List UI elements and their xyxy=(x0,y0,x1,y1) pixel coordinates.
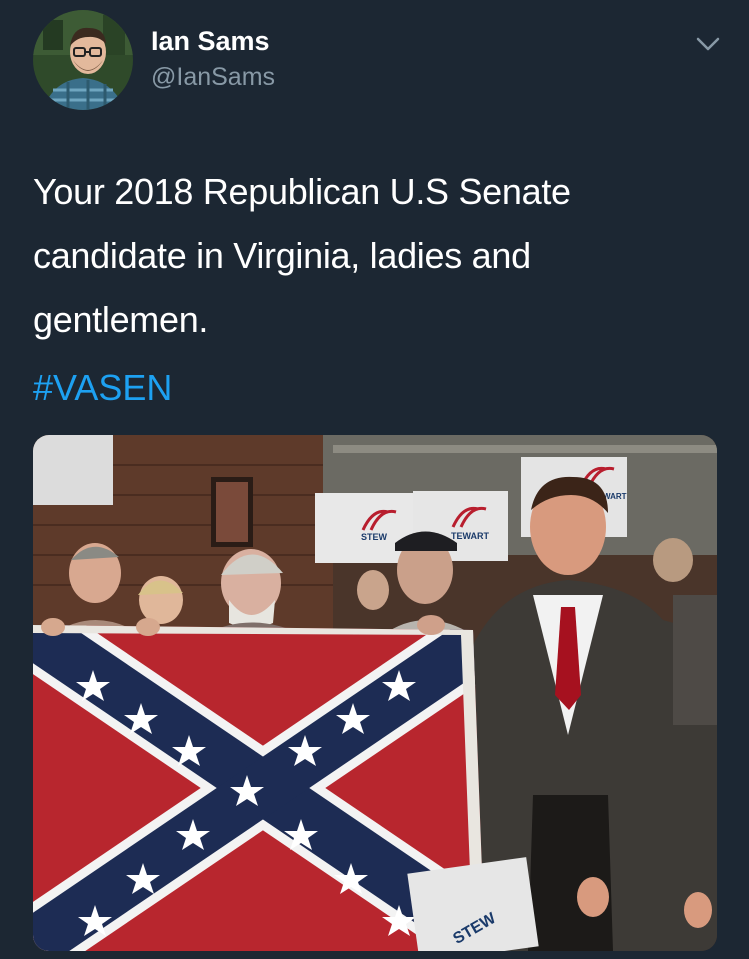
tweet: Ian Sams @IanSams Your 2018 Republican U… xyxy=(0,0,749,959)
sign-text: WART xyxy=(603,492,627,501)
hashtag-link[interactable]: #VASEN xyxy=(33,360,172,416)
avatar[interactable] xyxy=(33,10,133,110)
handle[interactable]: @IanSams xyxy=(151,62,275,92)
avatar-image xyxy=(33,10,133,110)
sign-text: STEW xyxy=(361,532,388,542)
photo: STEW TEWART WART STEW xyxy=(33,435,717,951)
sign-text: TEWART xyxy=(451,531,489,541)
tweet-photo[interactable]: STEW TEWART WART STEW xyxy=(33,435,717,951)
chevron-down-icon[interactable] xyxy=(694,30,722,58)
tweet-text: Your 2018 Republican U.S Senate candidat… xyxy=(33,171,571,340)
display-name[interactable]: Ian Sams xyxy=(151,25,270,57)
